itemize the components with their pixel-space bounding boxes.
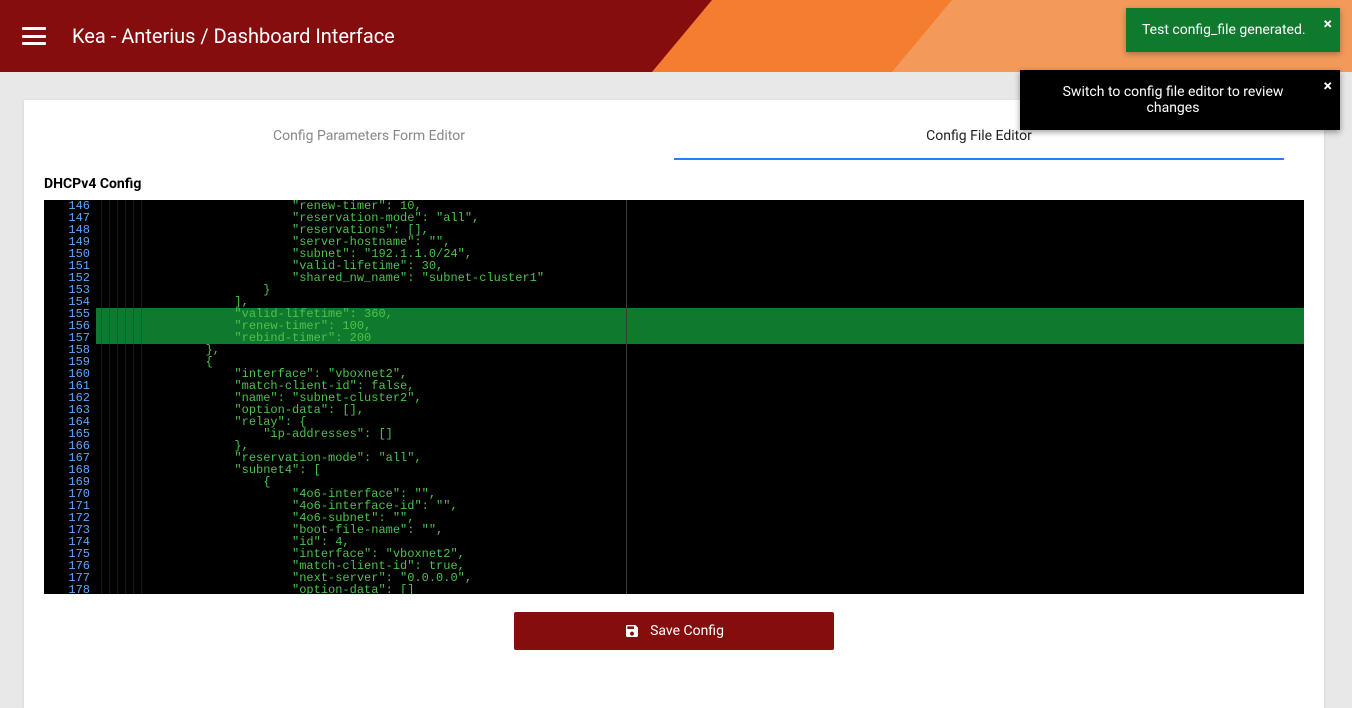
indent-guide: [96, 260, 144, 272]
save-config-button[interactable]: Save Config: [514, 612, 834, 650]
editor-ruler: [626, 200, 627, 594]
indent-guide: [96, 392, 144, 404]
tab-file-editor[interactable]: Config File Editor: [674, 128, 1284, 160]
close-icon[interactable]: ×: [1324, 14, 1333, 33]
indent-guide: [96, 584, 144, 594]
save-icon: [624, 623, 640, 639]
code-text: "option-data": [],: [144, 404, 1304, 416]
indent-guide: [96, 332, 144, 344]
indent-guide: [96, 272, 144, 284]
config-section-title: DHCPv4 Config: [24, 160, 1324, 200]
indent-guide: [96, 464, 144, 476]
indent-guide: [96, 452, 144, 464]
indent-guide: [96, 236, 144, 248]
indent-guide: [96, 200, 144, 212]
code-text: "shared_nw_name": "subnet-cluster1": [144, 272, 1304, 284]
indent-guide: [96, 368, 144, 380]
page-card: Config Parameters Form Editor Config Fil…: [24, 100, 1324, 708]
indent-guide: [96, 476, 144, 488]
indent-guide: [96, 548, 144, 560]
indent-guide: [96, 440, 144, 452]
indent-guide: [96, 224, 144, 236]
close-icon[interactable]: ×: [1324, 76, 1333, 95]
line-number: 178: [44, 584, 96, 594]
code-text: "ip-addresses": []: [144, 428, 1304, 440]
indent-guide: [96, 248, 144, 260]
indent-guide: [96, 344, 144, 356]
indent-guide: [96, 500, 144, 512]
indent-guide: [96, 560, 144, 572]
code-text: "subnet4": [: [144, 464, 1304, 476]
save-config-label: Save Config: [650, 623, 724, 639]
indent-guide: [96, 428, 144, 440]
app-title: Kea - Anterius / Dashboard Interface: [72, 24, 395, 48]
toast-info: Switch to config file editor to review c…: [1020, 70, 1340, 130]
indent-guide: [96, 296, 144, 308]
code-text: }: [144, 284, 1304, 296]
code-line[interactable]: 158 },: [44, 344, 1304, 356]
toast-success-text: Test config_file generated.: [1142, 22, 1306, 38]
menu-icon[interactable]: [22, 27, 46, 45]
code-line[interactable]: 157 "rebind-timer": 200: [44, 332, 1304, 344]
indent-guide: [96, 284, 144, 296]
indent-guide: [96, 320, 144, 332]
indent-guide: [96, 380, 144, 392]
indent-guide: [96, 572, 144, 584]
code-text: },: [144, 344, 1304, 356]
indent-guide: [96, 416, 144, 428]
code-editor[interactable]: 146 "renew-timer": 10,147 "reservation-m…: [44, 200, 1304, 594]
code-line[interactable]: 178 "option-data": []: [44, 584, 1304, 594]
tab-form-editor[interactable]: Config Parameters Form Editor: [64, 128, 674, 160]
indent-guide: [96, 308, 144, 320]
indent-guide: [96, 512, 144, 524]
indent-guide: [96, 212, 144, 224]
code-text: "rebind-timer": 200: [144, 332, 1304, 344]
toast-success: Test config_file generated. ×: [1126, 8, 1340, 52]
indent-guide: [96, 404, 144, 416]
toast-info-text: Switch to config file editor to review c…: [1063, 84, 1284, 116]
indent-guide: [96, 524, 144, 536]
indent-guide: [96, 356, 144, 368]
indent-guide: [96, 536, 144, 548]
indent-guide: [96, 488, 144, 500]
code-text: "option-data": []: [144, 584, 1304, 594]
